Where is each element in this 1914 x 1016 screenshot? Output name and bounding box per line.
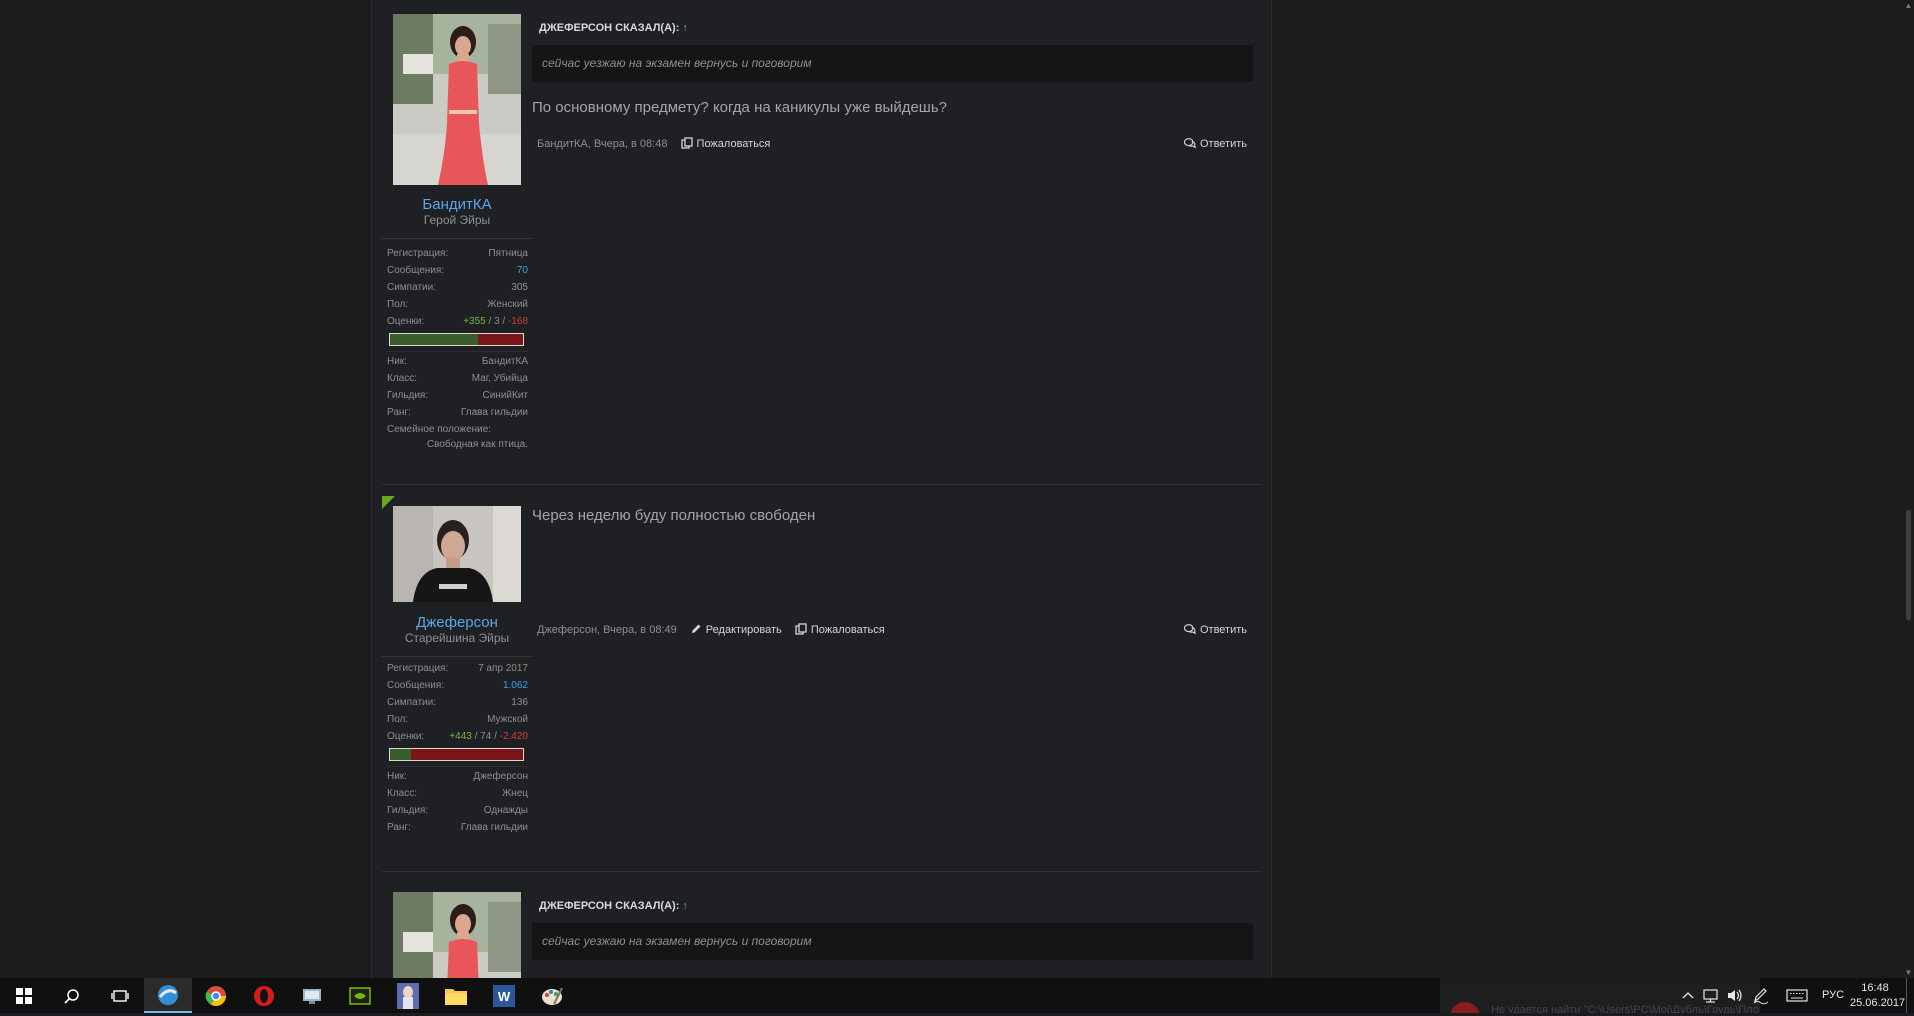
pen-icon[interactable] (1752, 978, 1770, 1013)
user-info: Регистрация: 7 апр 2017 Сообщения: 1.062 С… (382, 656, 532, 857)
profile-nick: Ник: Джеферсон (387, 771, 528, 782)
profile-guild: Гильдия: Однажды (387, 805, 528, 816)
stat-ratings: Оценки: +355 / 3 / -168 (387, 316, 528, 327)
stat-messages: Сообщения: 1.062 (387, 680, 528, 691)
divider (387, 766, 528, 767)
rating-bar (389, 748, 524, 761)
profile-family-label: Семейное положение: (387, 424, 492, 435)
show-desktop-button[interactable] (1906, 978, 1913, 1013)
post-byline[interactable]: БандитКА, Вчера, в 08:48 (537, 138, 667, 150)
username[interactable]: БандитКА (382, 196, 532, 213)
stat-likes: Симпатии: 305 (387, 282, 528, 293)
nvidia-icon[interactable] (336, 978, 384, 1013)
post: Джеферсон Старейшина Эйры Регистрация: 7 … (382, 490, 1262, 870)
speech-bubbles-icon (1183, 138, 1196, 149)
edit-button[interactable]: Редактировать (690, 624, 782, 636)
quote-header[interactable]: ДЖЕФЕРСОН СКАЗАЛ(А): ↑ (539, 900, 688, 912)
profile-guild: Гильдия: СинийКит (387, 390, 528, 401)
user-title: Герой Эйры (423, 213, 491, 227)
stat-likes: Симпатии: 136 (387, 697, 528, 708)
stat-gender: Пол: Мужской (387, 714, 528, 725)
task-view-icon[interactable] (96, 978, 144, 1013)
quote-body: сейчас уезжаю на экзамен вернусь и погов… (532, 923, 1253, 960)
thread-column: БандитКА Герой Эйры Регистрация: Пятница … (371, 0, 1272, 978)
clock[interactable]: 16:48 25.06.2017 (1850, 978, 1906, 1013)
profile-rank: Ранг: Глава гильдии (387, 407, 528, 418)
game-icon[interactable] (384, 978, 432, 1013)
language-indicator[interactable]: РУС (1818, 978, 1848, 1013)
profile-class: Класс: Маг, Убийца (387, 373, 528, 384)
rating-bar-positive (390, 334, 478, 345)
user-info: Регистрация: Пятница Сообщения: 70 Симпати… (382, 238, 532, 469)
stat-ratings: Оценки: +443 / 74 / -2.420 (387, 731, 528, 742)
report-button[interactable]: Пожаловаться (680, 137, 770, 150)
scroll-down-icon[interactable]: ▼ (1903, 967, 1914, 978)
taskbar: W Не удается найти "C:\Users\PC\Moi\Дубл… (0, 978, 1914, 1013)
control-panel-icon[interactable] (288, 978, 336, 1013)
rating-bar (389, 333, 524, 346)
profile-rank: Ранг: Глава гильдии (387, 822, 528, 833)
quote-jump-arrow[interactable]: ↑ (682, 22, 688, 34)
scrollbar-thumb[interactable] (1906, 510, 1911, 620)
post-divider (382, 871, 1262, 872)
svg-text:W: W (498, 989, 511, 1004)
quote-header[interactable]: ДЖЕФЕРСОН СКАЗАЛ(А): ↑ (539, 22, 688, 34)
clock-date: 25.06.2017 (1850, 997, 1906, 1009)
profile-nick: Ник: БандитКА (387, 356, 528, 367)
rating-bar-positive (390, 749, 412, 760)
browser-icon[interactable] (144, 978, 192, 1013)
reply-button[interactable]: Ответить (1183, 622, 1247, 638)
post-meta: Джеферсон, Вчера, в 08:49 Редактировать … (537, 622, 1253, 638)
opera-icon[interactable] (240, 978, 288, 1013)
profile-family-value: Свободная как птица. (426, 439, 528, 450)
stat-messages: Сообщения: 70 (387, 265, 528, 276)
keyboard-icon[interactable] (1786, 978, 1808, 1013)
word-icon[interactable]: W (480, 978, 528, 1013)
username[interactable]: Джеферсон (382, 614, 532, 631)
post-meta: БандитКА, Вчера, в 08:48 Пожаловаться От… (537, 136, 1253, 152)
stat-gender: Пол: Женский (387, 299, 528, 310)
pencil-icon (691, 624, 701, 633)
tray-expand-icon[interactable] (1681, 978, 1695, 1013)
report-icon (680, 137, 693, 149)
user-title: Старейшина Эйры (404, 631, 510, 645)
post-byline[interactable]: Джеферсон, Вчера, в 08:49 (537, 624, 677, 636)
start-icon[interactable] (0, 978, 48, 1013)
avatar[interactable] (393, 14, 521, 185)
paint-icon[interactable] (528, 978, 576, 1013)
file-explorer-icon[interactable] (432, 978, 480, 1013)
post: БандитКА Герой Эйры Регистрация: Пятница … (382, 0, 1262, 480)
network-icon[interactable] (1702, 978, 1720, 1013)
chrome-icon[interactable] (192, 978, 240, 1013)
clock-time: 16:48 (1861, 982, 1889, 994)
stat-registration: Регистрация: 7 апр 2017 (387, 663, 528, 674)
post-message: По основному предмету? когда на каникулы… (532, 99, 947, 116)
avatar[interactable] (393, 506, 521, 602)
avatar[interactable] (393, 892, 521, 978)
volume-icon[interactable] (1726, 978, 1744, 1013)
profile-class: Класс: Жнец (387, 788, 528, 799)
scroll-up-icon[interactable]: ▲ (1903, 0, 1914, 11)
post-divider (382, 484, 1262, 485)
reply-button[interactable]: Ответить (1183, 136, 1247, 152)
error-icon (1450, 1002, 1480, 1013)
quote-jump-arrow[interactable]: ↑ (682, 900, 688, 912)
stat-registration: Регистрация: Пятница (387, 248, 528, 259)
speech-bubbles-icon (1183, 624, 1196, 635)
report-icon (795, 623, 807, 635)
quote-body: сейчас уезжаю на экзамен вернусь и погов… (532, 45, 1253, 82)
report-button[interactable]: Пожаловаться (795, 623, 885, 636)
post-message: Через неделю буду полностью свободен (532, 507, 816, 524)
post: ДЖЕФЕРСОН СКАЗАЛ(А): ↑ сейчас уезжаю на … (382, 878, 1262, 978)
divider (387, 351, 528, 352)
scrollbar[interactable]: ▲ ▼ (1903, 0, 1914, 978)
search-icon[interactable] (48, 978, 96, 1013)
